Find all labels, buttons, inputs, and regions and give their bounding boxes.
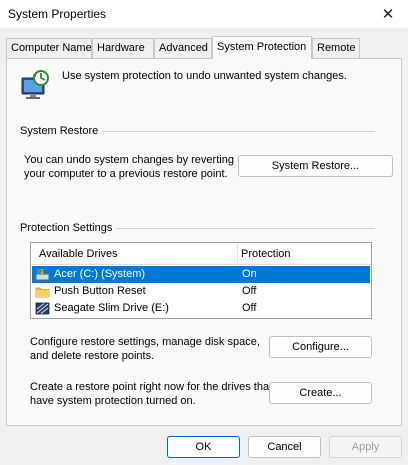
drives-list-header: Available Drives Protection bbox=[31, 243, 371, 265]
external-drive-icon bbox=[35, 302, 50, 315]
protection-settings-divider bbox=[115, 228, 375, 229]
drive-name: Acer (C:) (System) bbox=[54, 268, 146, 280]
system-protection-panel: Use system protection to undo unwanted s… bbox=[6, 58, 402, 426]
drive-protection-status: Off bbox=[242, 285, 257, 297]
drive-row-push-button-reset[interactable]: Push Button Reset Off bbox=[32, 283, 370, 300]
drives-list[interactable]: Available Drives Protection Acer (C:) (S… bbox=[30, 242, 372, 319]
configure-description-line1: Configure restore settings, manage disk … bbox=[30, 336, 260, 348]
column-available-drives: Available Drives bbox=[39, 248, 118, 260]
system-restore-divider bbox=[99, 131, 375, 132]
protection-settings-group-label: Protection Settings bbox=[20, 222, 117, 234]
close-icon: ✕ bbox=[381, 6, 395, 23]
system-restore-group-label: System Restore bbox=[20, 125, 103, 137]
window-title: System Properties bbox=[8, 7, 107, 21]
column-protection: Protection bbox=[241, 248, 291, 260]
ok-button[interactable]: OK bbox=[167, 436, 240, 458]
tab-computer-name[interactable]: Computer Name bbox=[6, 38, 92, 58]
system-restore-description-line2: your computer to a previous restore poin… bbox=[24, 168, 228, 180]
system-restore-button[interactable]: System Restore... bbox=[238, 155, 393, 177]
create-description-line1: Create a restore point right now for the… bbox=[30, 381, 273, 393]
apply-button[interactable]: Apply bbox=[329, 436, 402, 458]
drive-protection-status: Off bbox=[242, 302, 257, 314]
create-button[interactable]: Create... bbox=[269, 382, 372, 404]
system-drive-icon bbox=[35, 269, 50, 281]
drive-row-seagate-e[interactable]: Seagate Slim Drive (E:) Off bbox=[32, 300, 370, 317]
tab-remote[interactable]: Remote bbox=[312, 38, 360, 58]
intro-text: Use system protection to undo unwanted s… bbox=[62, 70, 347, 82]
drive-row-acer-c[interactable]: Acer (C:) (System) On bbox=[32, 266, 370, 283]
system-restore-description-line1: You can undo system changes by reverting bbox=[24, 154, 234, 166]
create-description-line2: have system protection turned on. bbox=[30, 395, 196, 407]
drive-name: Push Button Reset bbox=[54, 285, 146, 297]
cancel-button[interactable]: Cancel bbox=[248, 436, 321, 458]
tab-hardware[interactable]: Hardware bbox=[92, 38, 154, 58]
folder-icon bbox=[35, 287, 50, 298]
drive-name: Seagate Slim Drive (E:) bbox=[54, 302, 169, 314]
configure-button[interactable]: Configure... bbox=[269, 336, 372, 358]
drive-protection-status: On bbox=[242, 268, 257, 280]
configure-description-line2: and delete restore points. bbox=[30, 350, 155, 362]
title-bar: System Properties ✕ bbox=[0, 0, 408, 28]
tab-advanced[interactable]: Advanced bbox=[154, 38, 212, 58]
close-button[interactable]: ✕ bbox=[368, 0, 408, 28]
system-protection-icon bbox=[21, 70, 49, 99]
tab-system-protection[interactable]: System Protection bbox=[212, 36, 312, 59]
